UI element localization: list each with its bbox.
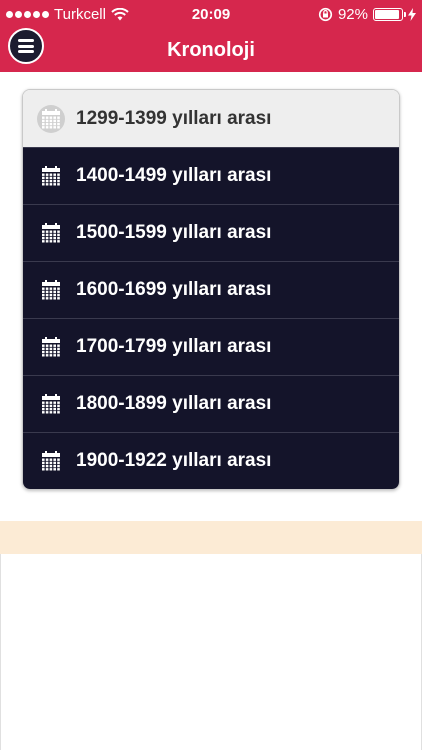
period-item[interactable]: 1400-1499 yılları arası: [23, 147, 399, 204]
period-item[interactable]: 1600-1699 yılları arası: [23, 261, 399, 318]
carrier-name: Turkcell: [54, 5, 106, 23]
empty-content-area: [0, 554, 422, 750]
battery-level: [375, 9, 399, 19]
signal-strength-icon: [6, 10, 49, 18]
rotation-lock-icon: [318, 7, 333, 21]
status-bar: Turkcell 20:09 92%: [0, 0, 422, 28]
calendar-icon: [37, 104, 65, 133]
period-item[interactable]: 1299-1399 yılları arası: [23, 90, 399, 147]
period-label: 1299-1399 yılları arası: [76, 107, 272, 129]
charging-icon: [408, 7, 416, 21]
period-list: 1299-1399 yılları arası 1400-1499 yılları…: [22, 89, 400, 490]
battery-percent: 92%: [337, 5, 368, 23]
footer-band: [0, 521, 422, 554]
period-label: 1700-1799 yılları arası: [76, 336, 272, 357]
battery-icon: [373, 7, 406, 21]
period-label: 1600-1699 yılları arası: [76, 279, 272, 300]
period-item[interactable]: 1500-1599 yılları arası: [23, 204, 399, 261]
menu-button[interactable]: [8, 28, 44, 64]
calendar-icon: [40, 393, 62, 415]
calendar-icon: [40, 450, 62, 472]
navigation-bar: Kronoloji: [0, 28, 422, 72]
calendar-icon: [40, 165, 62, 187]
status-left: Turkcell: [6, 6, 129, 23]
hamburger-menu-icon: [18, 39, 34, 53]
calendar-icon: [40, 279, 62, 301]
calendar-icon: [40, 336, 62, 358]
period-label: 1500-1599 yılları arası: [76, 222, 272, 243]
period-label: 1900-1922 yılları arası: [76, 450, 272, 471]
status-right: 92%: [318, 6, 416, 23]
period-label: 1400-1499 yılları arası: [76, 165, 272, 186]
wifi-icon: [111, 7, 129, 20]
period-label: 1800-1899 yılları arası: [76, 393, 272, 414]
calendar-icon: [40, 222, 62, 244]
period-item[interactable]: 1800-1899 yılları arası: [23, 375, 399, 432]
page-title: Kronoloji: [167, 38, 255, 61]
period-item[interactable]: 1700-1799 yılları arası: [23, 318, 399, 375]
period-item[interactable]: 1900-1922 yılları arası: [23, 432, 399, 489]
